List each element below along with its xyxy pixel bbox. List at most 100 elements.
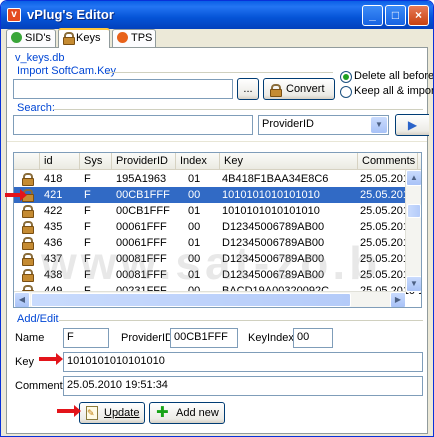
table-cell-id: 422 <box>44 205 63 217</box>
search-go-button[interactable]: ▶ <box>395 114 429 136</box>
keyindex-label: KeyIndex <box>248 332 294 344</box>
tab-keys-label: Keys <box>76 32 101 44</box>
lock-icon <box>22 173 34 186</box>
name-label: Name <box>15 332 45 344</box>
scroll-down-icon[interactable]: ▼ <box>406 276 421 292</box>
column-header-sys[interactable]: Sys <box>80 153 112 170</box>
table-cell-sys: F <box>84 189 91 201</box>
column-header-key[interactable]: Key <box>220 153 358 170</box>
lock-icon <box>22 269 34 282</box>
table-cell-provider: 00081FFF <box>116 269 167 281</box>
table-cell-key: 1010101010101010 <box>222 205 320 217</box>
table-cell-id: 437 <box>44 253 63 265</box>
name-input[interactable]: F <box>63 328 109 348</box>
table-cell-index: 00 <box>188 253 201 265</box>
convert-button[interactable]: Convert <box>263 78 335 100</box>
delete-all-radio[interactable] <box>340 71 352 83</box>
column-header-icon[interactable] <box>14 153 40 170</box>
keep-all-label: Keep all & import <box>354 85 434 97</box>
lock-icon <box>22 205 34 218</box>
scroll-left-icon[interactable]: ◀ <box>14 292 30 307</box>
column-header-id[interactable]: id <box>40 153 80 170</box>
table-row[interactable]: 418 F 195A1963 01 4B418F1BAA34E8C6 25.05.2010… <box>14 171 421 187</box>
keep-all-radio[interactable] <box>340 86 352 98</box>
annotation-arrow-key <box>39 353 63 365</box>
horizontal-scrollbar[interactable]: ◀ ▶ <box>14 291 406 307</box>
keys-panel: v_keys.db Import SoftCam.Key ... Convert… <box>6 47 433 434</box>
table-cell-sys: F <box>84 205 91 217</box>
search-input[interactable] <box>13 115 253 135</box>
table-cell-provider: 00061FFF <box>116 221 167 233</box>
search-group-label: Search: <box>17 102 55 114</box>
horizontal-scroll-thumb[interactable] <box>31 293 351 307</box>
column-header-index[interactable]: Index <box>176 153 220 170</box>
title-bar[interactable]: v vPlug's Editor _ □ × <box>1 1 433 29</box>
scroll-up-icon[interactable]: ▲ <box>406 170 421 186</box>
table-row[interactable]: 438 F 00081FFF 01 D12345006789AB00 25.05.2010… <box>14 267 421 283</box>
table-cell-provider: 195A1963 <box>116 173 167 185</box>
chevron-down-icon[interactable]: ▼ <box>371 117 387 133</box>
table-cell-sys: F <box>84 173 91 185</box>
update-button-label: Update <box>104 407 140 419</box>
tab-sids[interactable]: SID's <box>6 29 56 47</box>
tab-sids-label: SID's <box>25 32 51 44</box>
vertical-scrollbar[interactable]: ▲ ▼ <box>405 170 421 292</box>
update-button[interactable]: ✎ Update <box>79 402 145 424</box>
lock-icon <box>22 237 34 250</box>
table-row[interactable]: 435 F 00061FFF 00 D12345006789AB00 25.05.2010… <box>14 219 421 235</box>
keys-table[interactable]: id Sys ProviderID Index Key Comments 418… <box>13 152 422 308</box>
column-header-comments[interactable]: Comments <box>358 153 418 170</box>
table-cell-key: 4B418F1BAA34E8C6 <box>222 173 329 185</box>
add-new-button[interactable]: ✚ Add new <box>149 402 225 424</box>
edit-group-divider <box>59 320 423 321</box>
table-cell-sys: F <box>84 253 91 265</box>
table-cell-index: 01 <box>188 173 201 185</box>
editor-window: v vPlug's Editor _ □ × SID's Keys TPS v_… <box>0 0 434 437</box>
table-cell-id: 418 <box>44 173 63 185</box>
comments-input[interactable]: 25.05.2010 19:51:34 <box>63 376 423 396</box>
search-field-value: ProviderID <box>262 118 314 130</box>
plus-icon: ✚ <box>156 404 169 421</box>
provider-input[interactable]: 00CB1FFF <box>170 328 238 348</box>
import-path-input[interactable] <box>13 79 233 99</box>
table-row[interactable]: 436 F 00061FFF 01 D12345006789AB00 25.05.2010… <box>14 235 421 251</box>
tab-tps[interactable]: TPS <box>112 29 156 47</box>
table-cell-sys: F <box>84 269 91 281</box>
table-row[interactable]: 437 F 00081FFF 00 D12345006789AB00 25.05.2010… <box>14 251 421 267</box>
key-input[interactable]: 1010101010101010 <box>63 352 423 372</box>
warning-icon <box>117 32 128 43</box>
search-group-divider <box>53 109 423 110</box>
maximize-button[interactable]: □ <box>385 5 406 26</box>
browse-button[interactable]: ... <box>237 78 259 100</box>
lock-icon <box>63 32 75 45</box>
table-cell-index: 00 <box>188 221 201 233</box>
vertical-scroll-thumb[interactable] <box>407 204 421 218</box>
provider-label: ProviderID <box>121 332 173 344</box>
column-header-provider[interactable]: ProviderID <box>112 153 176 170</box>
table-cell-provider: 00081FFF <box>116 253 167 265</box>
table-cell-key: D12345006789AB00 <box>222 269 325 281</box>
section-divider <box>7 141 427 142</box>
add-new-button-label: Add new <box>176 407 219 419</box>
keyindex-input[interactable]: 00 <box>293 328 333 348</box>
table-cell-sys: F <box>84 237 91 249</box>
import-group-divider <box>107 72 333 73</box>
tab-keys[interactable]: Keys <box>58 28 110 48</box>
table-row[interactable]: 422 F 00CB1FFF 01 1010101010101010 25.05.2010… <box>14 203 421 219</box>
gear-icon <box>11 32 22 43</box>
close-button[interactable]: × <box>408 5 429 26</box>
table-cell-sys: F <box>84 221 91 233</box>
table-cell-index: 01 <box>188 237 201 249</box>
import-group-label: Import SoftCam.Key <box>17 65 117 77</box>
minimize-button[interactable]: _ <box>362 5 383 26</box>
table-cell-index: 00 <box>188 189 201 201</box>
table-cell-key: D12345006789AB00 <box>222 221 325 233</box>
table-row[interactable]: 421 F 00CB1FFF 00 1010101010101010 25.05.2010… <box>14 187 421 203</box>
key-label: Key <box>15 356 34 368</box>
search-field-select[interactable]: ProviderID ▼ <box>258 115 389 135</box>
table-cell-provider: 00061FFF <box>116 237 167 249</box>
table-cell-index: 01 <box>188 205 201 217</box>
scroll-right-icon[interactable]: ▶ <box>390 292 406 307</box>
app-icon: v <box>7 8 21 22</box>
annotation-arrow-update <box>57 405 81 417</box>
